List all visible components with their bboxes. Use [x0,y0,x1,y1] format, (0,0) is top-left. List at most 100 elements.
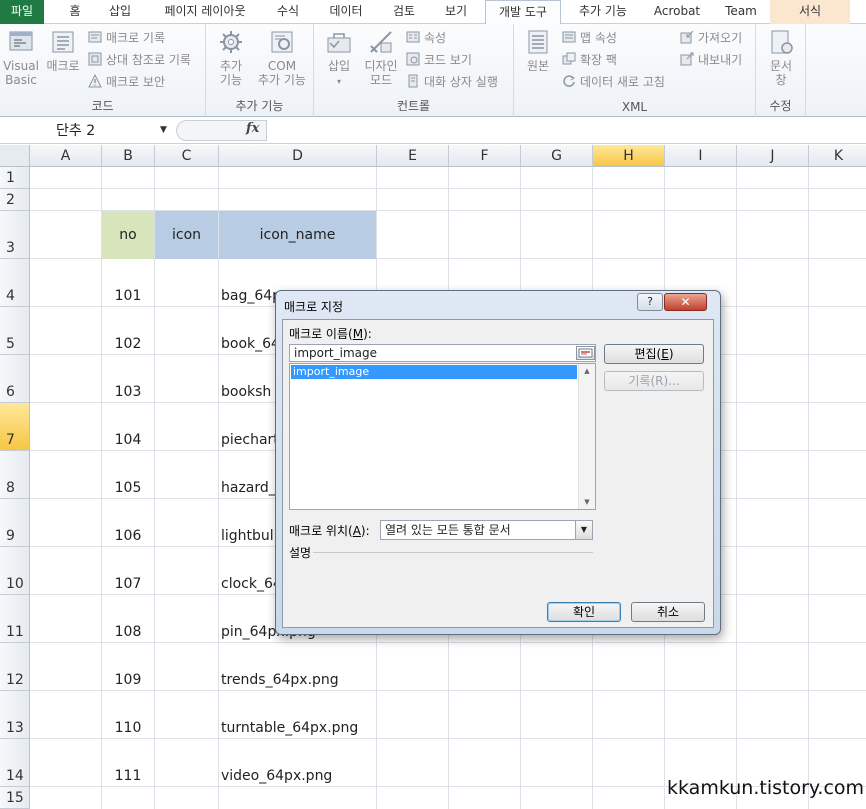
row-header-9[interactable]: 9 [0,499,30,547]
tab-home[interactable]: 홈 [56,0,94,24]
column-header-h[interactable]: H [593,145,665,167]
tab-acrobat[interactable]: Acrobat [646,0,708,24]
row-header-15[interactable]: 15 [0,787,30,809]
cell-icon-name[interactable]: book_64 [221,336,280,352]
column-header-j[interactable]: J [737,145,809,167]
cell-no[interactable]: 104 [102,432,154,448]
select-all-corner[interactable] [0,145,30,167]
row-header-13[interactable]: 13 [0,691,30,739]
name-box[interactable]: 단추 2 [0,120,172,141]
collapse-dialog-button[interactable] [576,346,595,360]
column-header-i[interactable]: I [665,145,737,167]
edit-button[interactable]: 편집(E) [604,344,704,364]
cell-icon-name[interactable]: trends_64px.png [221,672,339,688]
cell-icon-name[interactable]: hazard_ [221,480,276,496]
column-header-b[interactable]: B [102,145,155,167]
tab-file[interactable]: 파일 [0,0,44,24]
relative-reference-button[interactable]: 상대 참조로 기록 [88,51,191,69]
cell-no[interactable]: 107 [102,576,154,592]
cell-no[interactable]: 109 [102,672,154,688]
row-header-2[interactable]: 2 [0,189,30,211]
cell-no[interactable]: 105 [102,480,154,496]
column-header-a[interactable]: A [30,145,102,167]
tab-team[interactable]: Team [716,0,766,24]
chevron-down-icon[interactable]: ▼ [575,521,592,539]
cell-no[interactable]: 110 [102,720,154,736]
row-header-8[interactable]: 8 [0,451,30,499]
tab-developer[interactable]: 개발 도구 [485,0,561,25]
import-button[interactable]: 가져오기 [680,29,742,47]
expansion-packs-button[interactable]: 확장 팩 [562,51,617,69]
cell-no[interactable]: 106 [102,528,154,544]
scroll-up-icon[interactable]: ▲ [579,364,595,378]
xml-source-button[interactable]: 원본 [520,28,556,73]
tab-page-layout[interactable]: 페이지 레이아웃 [150,0,260,24]
tab-data[interactable]: 데이터 [318,0,374,24]
column-header-e[interactable]: E [377,145,449,167]
list-scrollbar[interactable]: ▲ ▼ [578,364,595,509]
view-code-button[interactable]: 코드 보기 [406,51,472,69]
row-header-3[interactable]: 3 [0,211,30,259]
row-header-5[interactable]: 5 [0,307,30,355]
header-cell-icon[interactable]: icon [155,211,218,259]
column-header-c[interactable]: C [155,145,219,167]
cell-icon-name[interactable]: piechart [221,432,279,448]
insert-control-button[interactable]: 삽입 ▾ [320,28,358,89]
column-header-g[interactable]: G [521,145,593,167]
column-header-k[interactable]: K [809,145,866,167]
cell-no[interactable]: 108 [102,624,154,640]
row-header-6[interactable]: 6 [0,355,30,403]
cell-icon-name[interactable]: turntable_64px.png [221,720,358,736]
row-header-7[interactable]: 7 [0,403,30,451]
cell-icon-name[interactable]: bag_64p [221,288,281,304]
macro-list[interactable]: import_image ▲ ▼ [289,363,596,510]
cell-no[interactable]: 111 [102,768,154,784]
cell-icon-name[interactable]: clock_64 [221,576,282,592]
tab-formulas[interactable]: 수식 [266,0,310,24]
tab-review[interactable]: 검토 [382,0,426,24]
cell-no[interactable]: 102 [102,336,154,352]
export-button[interactable]: 내보내기 [680,51,742,69]
document-panel-button[interactable]: 문서 창 [762,28,800,87]
formula-input[interactable] [266,120,866,141]
macro-name-input[interactable]: import_image [289,344,596,362]
macro-security-button[interactable]: 매크로 보안 [88,73,165,91]
tab-addins[interactable]: 추가 기능 [566,0,640,24]
macro-location-select[interactable]: 열려 있는 모든 통합 문서 ▼ [380,520,593,540]
header-cell-icon-name[interactable]: icon_name [219,211,376,259]
insert-function-button[interactable]: fx [246,121,259,136]
cell-icon-name[interactable]: booksh [221,384,271,400]
column-header-d[interactable]: D [219,145,377,167]
row-header-10[interactable]: 10 [0,547,30,595]
row-header-12[interactable]: 12 [0,643,30,691]
row-header-11[interactable]: 11 [0,595,30,643]
ok-button[interactable]: 확인 [547,602,621,622]
close-icon[interactable]: ✕ [664,293,707,311]
scroll-down-icon[interactable]: ▼ [579,495,595,509]
name-box-dropdown-icon[interactable]: ▼ [160,125,167,135]
header-cell-no[interactable]: no [102,211,154,259]
addins-button[interactable]: 추가 기능 [212,28,250,87]
visual-basic-button[interactable]: Visual Basic [2,28,40,87]
run-dialog-button[interactable]: 대화 상자 실행 [406,73,498,91]
cancel-button[interactable]: 취소 [631,602,705,622]
cell-no[interactable]: 103 [102,384,154,400]
design-mode-button[interactable]: 디자인 모드 [360,28,402,87]
record-button[interactable]: 기록(R)... [604,371,704,391]
macros-button[interactable]: 매크로 [44,28,82,73]
properties-button[interactable]: 속성 [406,29,446,47]
tab-format[interactable]: 서식 [770,0,850,24]
com-addins-button[interactable]: COM 추가 기능 [254,28,310,87]
help-button[interactable]: ? [637,293,663,311]
row-header-14[interactable]: 14 [0,739,30,787]
refresh-data-button[interactable]: 데이터 새로 고침 [562,73,665,91]
map-properties-button[interactable]: 맵 속성 [562,29,617,47]
list-item[interactable]: import_image [290,364,578,380]
cell-icon-name[interactable]: video_64px.png [221,768,332,784]
tab-insert[interactable]: 삽입 [98,0,142,24]
cell-icon-name[interactable]: lightbul [221,528,274,544]
row-header-1[interactable]: 1 [0,167,30,189]
cell-no[interactable]: 101 [102,288,154,304]
row-header-4[interactable]: 4 [0,259,30,307]
tab-view[interactable]: 보기 [434,0,478,24]
